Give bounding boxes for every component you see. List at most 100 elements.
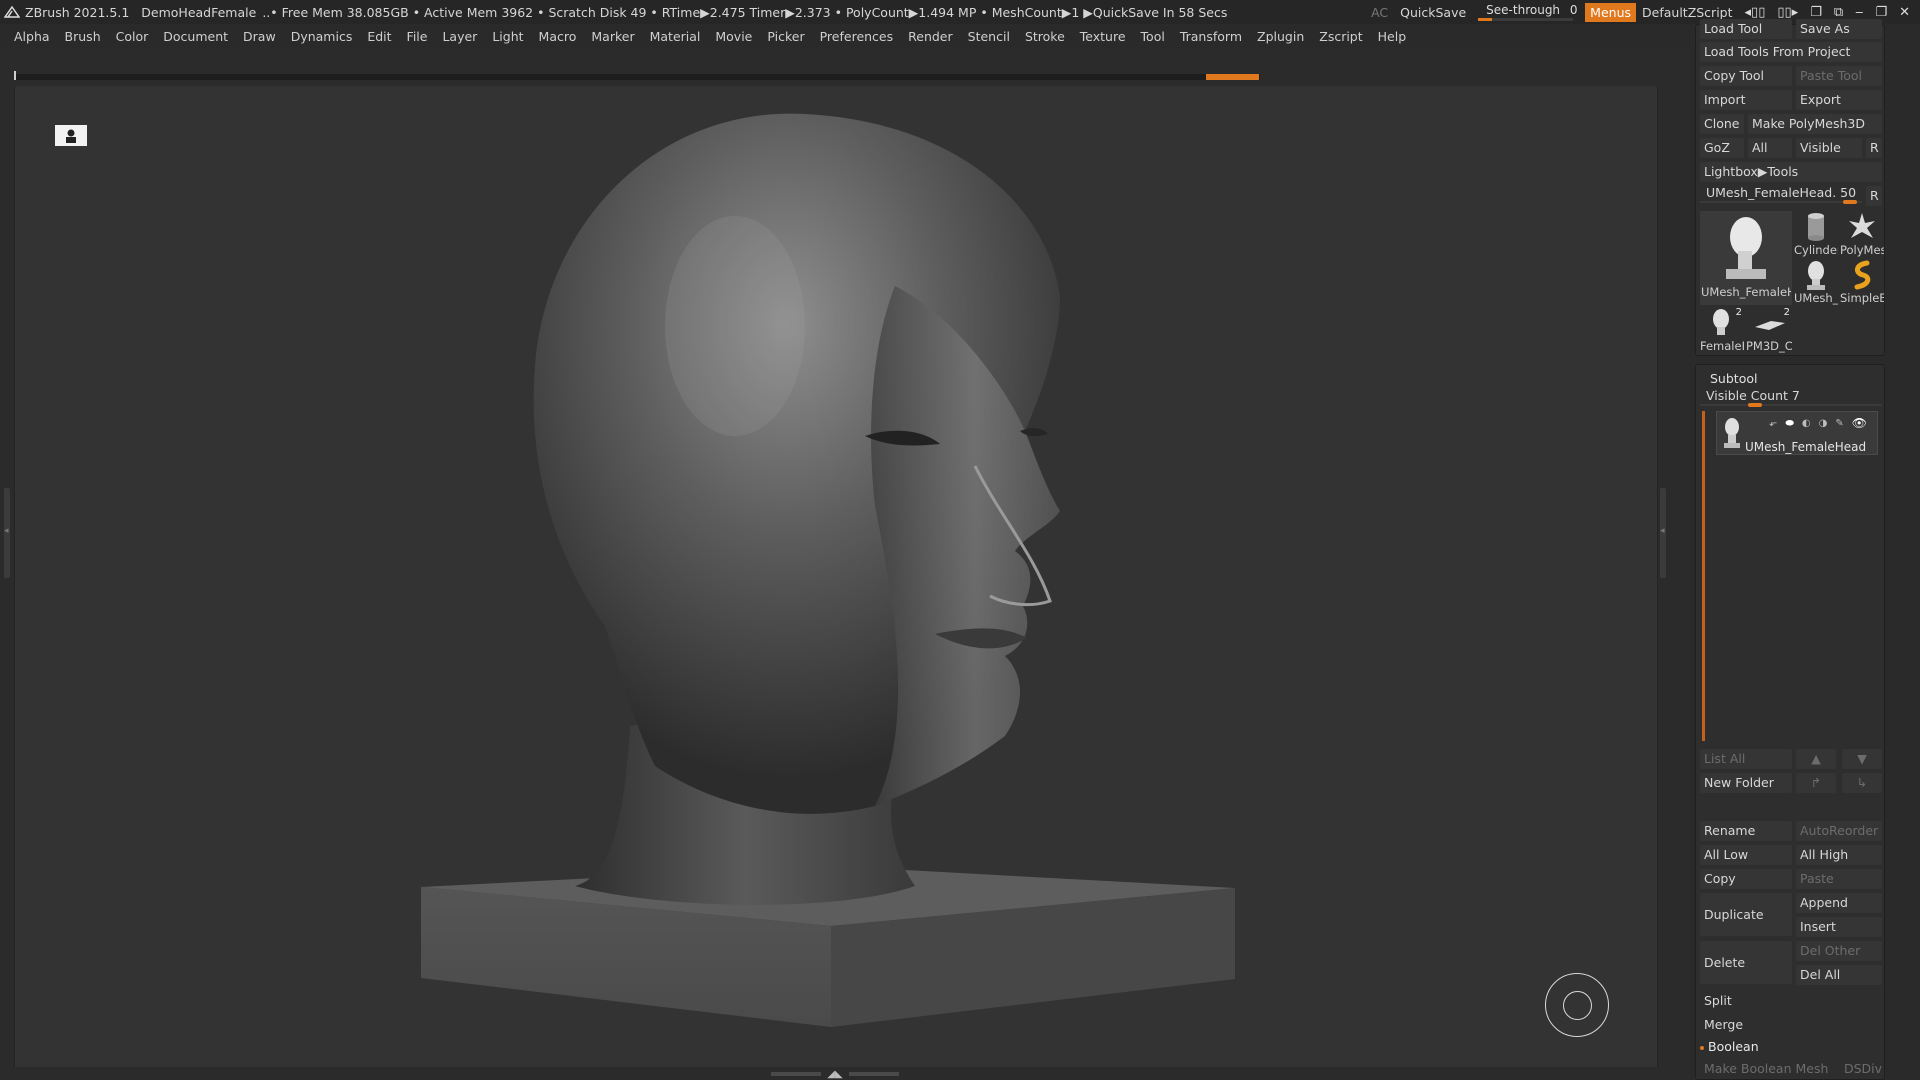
menu-draw[interactable]: Draw	[243, 29, 276, 44]
append-button[interactable]: Append	[1796, 893, 1882, 913]
auto-reorder-button[interactable]: AutoReorder	[1796, 821, 1882, 841]
left-tray-handle[interactable]: ◂	[4, 488, 10, 578]
see-through-slider[interactable]: See-through 0	[1478, 3, 1578, 21]
goz-r-button[interactable]: R	[1866, 138, 1882, 158]
menu-zplugin[interactable]: Zplugin	[1257, 29, 1304, 44]
subtool-title[interactable]: Subtool	[1710, 371, 1757, 386]
dsdiv-button[interactable]: DSDiv	[1840, 1059, 1882, 1079]
list-all-button[interactable]: List All	[1700, 749, 1792, 769]
ui-layout-icon[interactable]: ❐	[1810, 5, 1822, 20]
export-button[interactable]: Export	[1796, 90, 1882, 110]
menu-stencil[interactable]: Stencil	[968, 29, 1010, 44]
move-up-icon[interactable]: ▲	[1796, 749, 1836, 769]
all-low-button[interactable]: All Low	[1700, 845, 1792, 865]
move-down-icon[interactable]: ▼	[1842, 749, 1882, 769]
timeline[interactable]	[14, 71, 1260, 80]
menu-document[interactable]: Document	[163, 29, 228, 44]
folder-down-icon[interactable]: ↳	[1842, 773, 1882, 793]
folder-up-icon[interactable]: ↱	[1796, 773, 1836, 793]
duplicate-button[interactable]: Duplicate	[1700, 893, 1792, 936]
paste-button[interactable]: Paste	[1796, 869, 1882, 889]
menu-dynamics[interactable]: Dynamics	[291, 29, 353, 44]
lightbox-tools-button[interactable]: Lightbox▶Tools	[1700, 162, 1882, 182]
subtool-list[interactable]: ⬐ ⬬ ◐ ◑ ✎ 👁 UMesh_FemaleHead	[1700, 411, 1882, 741]
menus-toggle-button[interactable]: Menus	[1585, 2, 1637, 22]
see-through-knob[interactable]	[1478, 18, 1493, 21]
eye-icon[interactable]: 👁	[1852, 416, 1867, 430]
polypaint-toggle-icon[interactable]: ⬬	[1785, 418, 1794, 429]
layout-right-icon[interactable]: ▯▯▸	[1777, 5, 1798, 20]
del-all-button[interactable]: Del All	[1796, 965, 1882, 985]
visible-count-slider[interactable]: Visible Count 7	[1700, 387, 1882, 407]
material-toggle-icon[interactable]: ◐	[1802, 418, 1811, 429]
pin-icon[interactable]: ⬐	[1769, 418, 1777, 429]
menu-render[interactable]: Render	[908, 29, 953, 44]
make-boolean-mesh-button[interactable]: Make Boolean Mesh	[1700, 1059, 1836, 1079]
tool-thumb-cylinder3d[interactable]: Cylinder3D	[1794, 211, 1838, 257]
menu-color[interactable]: Color	[116, 29, 149, 44]
paste-tool-button[interactable]: Paste Tool	[1796, 66, 1882, 86]
menu-light[interactable]: Light	[492, 29, 523, 44]
merge-section[interactable]: Merge	[1700, 1015, 1882, 1035]
layout-left-icon[interactable]: ◂▯▯	[1745, 5, 1766, 20]
menu-zscript[interactable]: Zscript	[1319, 29, 1362, 44]
rename-button[interactable]: Rename	[1700, 821, 1792, 841]
tool-thumb-umesh-small[interactable]: UMesh_FemaleHead	[1794, 259, 1838, 305]
quicksave-button[interactable]: QuickSave	[1400, 5, 1466, 20]
copy-button[interactable]: Copy	[1700, 869, 1792, 889]
current-tool-knob[interactable]	[1843, 200, 1857, 204]
delete-button[interactable]: Delete	[1700, 941, 1792, 984]
restore-icon[interactable]: ❐	[1875, 5, 1887, 20]
menu-brush[interactable]: Brush	[65, 29, 101, 44]
canvas-viewport[interactable]	[14, 86, 1658, 1067]
save-as-button[interactable]: Save As	[1796, 19, 1882, 39]
insert-button[interactable]: Insert	[1796, 917, 1882, 937]
menu-macro[interactable]: Macro	[539, 29, 577, 44]
current-tool-slider[interactable]: UMesh_FemaleHead. 50	[1700, 184, 1862, 204]
all-high-button[interactable]: All High	[1796, 845, 1882, 865]
menu-help[interactable]: Help	[1378, 29, 1407, 44]
ui-swap-icon[interactable]: ⧉	[1834, 5, 1843, 20]
new-folder-button[interactable]: New Folder	[1700, 773, 1792, 793]
make-polymesh3d-button[interactable]: Make PolyMesh3D	[1748, 114, 1882, 134]
right-tray-handle[interactable]: ◂	[1660, 488, 1666, 578]
female-head-model[interactable]	[15, 86, 1658, 1067]
split-section[interactable]: Split	[1700, 991, 1882, 1011]
clone-button[interactable]: Clone	[1700, 114, 1744, 134]
tool-thumb-simplebrush[interactable]: SimpleBrush	[1840, 259, 1884, 305]
import-button[interactable]: Import	[1700, 90, 1792, 110]
minimize-icon[interactable]: ‒	[1855, 5, 1863, 20]
tool-r-button[interactable]: R	[1866, 186, 1882, 206]
menu-movie[interactable]: Movie	[715, 29, 752, 44]
menu-preferences[interactable]: Preferences	[820, 29, 894, 44]
menu-picker[interactable]: Picker	[767, 29, 804, 44]
load-tool-button[interactable]: Load Tool	[1700, 19, 1792, 39]
menu-texture[interactable]: Texture	[1080, 29, 1126, 44]
menu-marker[interactable]: Marker	[591, 29, 634, 44]
tool-thumb-polymesh3d[interactable]: PolyMesh3D	[1840, 211, 1884, 257]
timeline-marker[interactable]	[1206, 74, 1259, 80]
menu-material[interactable]: Material	[650, 29, 701, 44]
tray-arrow-icon[interactable]: ◢◣	[827, 1069, 842, 1080]
load-tools-from-project-button[interactable]: Load Tools From Project	[1700, 42, 1882, 62]
del-other-button[interactable]: Del Other	[1796, 941, 1882, 961]
goz-all-button[interactable]: All	[1748, 138, 1792, 158]
default-zscript-button[interactable]: DefaultZScript	[1642, 5, 1733, 20]
goz-button[interactable]: GoZ	[1700, 138, 1744, 158]
menu-layer[interactable]: Layer	[442, 29, 477, 44]
subtool-item[interactable]: ⬐ ⬬ ◐ ◑ ✎ 👁 UMesh_FemaleHead	[1716, 411, 1878, 455]
menu-transform[interactable]: Transform	[1180, 29, 1242, 44]
menu-stroke[interactable]: Stroke	[1025, 29, 1065, 44]
tool-thumb-femalehead[interactable]: 2 FemaleHead	[1700, 307, 1744, 353]
visible-count-knob[interactable]	[1748, 403, 1762, 407]
ac-toggle[interactable]: AC	[1371, 5, 1388, 20]
menu-edit[interactable]: Edit	[367, 29, 391, 44]
goz-visible-button[interactable]: Visible	[1796, 138, 1862, 158]
copy-tool-button[interactable]: Copy Tool	[1700, 66, 1792, 86]
tool-thumb-pm3d-cube[interactable]: 2 PM3D_Cube	[1746, 307, 1792, 353]
brush-toggle-icon[interactable]: ✎	[1835, 418, 1843, 429]
tool-thumb-umesh-femalehead[interactable]: UMesh_FemaleHead	[1700, 211, 1792, 305]
close-icon[interactable]: ✕	[1899, 5, 1910, 20]
menu-file[interactable]: File	[407, 29, 428, 44]
menu-tool[interactable]: Tool	[1141, 29, 1165, 44]
